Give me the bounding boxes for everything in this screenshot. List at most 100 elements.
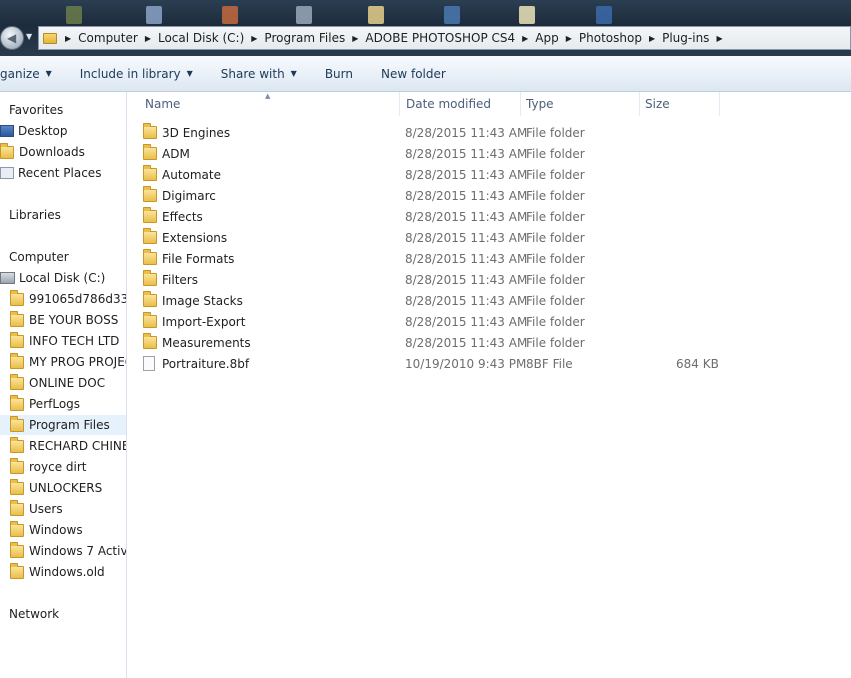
breadcrumb-app[interactable]: App xyxy=(535,31,558,45)
file-row[interactable]: File Formats 8/28/2015 11:43 AM File fol… xyxy=(143,248,743,269)
burn-button[interactable]: Burn xyxy=(325,67,353,81)
recent-pages-dropdown[interactable]: ▼ xyxy=(26,32,32,41)
drive-icon xyxy=(0,272,15,284)
column-header-type[interactable]: Type xyxy=(521,92,640,116)
sidebar-folder-item[interactable]: ONLINE DOC xyxy=(10,373,105,393)
folder-icon xyxy=(10,436,24,453)
file-row[interactable]: ADM 8/28/2015 11:43 AM File folder xyxy=(143,143,743,164)
new-folder-button[interactable]: New folder xyxy=(381,67,446,81)
file-row[interactable]: Import-Export 8/28/2015 11:43 AM File fo… xyxy=(143,311,743,332)
breadcrumb-program-files[interactable]: Program Files xyxy=(264,31,345,45)
title-bar: ◀ ▼ ▶ Computer ▶ Local Disk (C:) ▶ Progr… xyxy=(0,0,851,56)
sidebar-item-label: BE YOUR BOSS xyxy=(29,313,119,327)
share-with-label: Share with xyxy=(220,66,285,81)
file-row[interactable]: Filters 8/28/2015 11:43 AM File folder xyxy=(143,269,743,290)
file-name: Portraiture.8bf xyxy=(162,356,250,371)
file-icon xyxy=(143,356,155,371)
chevron-right-icon[interactable]: ▶ xyxy=(352,34,358,43)
breadcrumb-computer[interactable]: Computer xyxy=(78,31,138,45)
chevron-right-icon[interactable]: ▶ xyxy=(566,34,572,43)
back-button[interactable]: ◀ xyxy=(0,26,24,50)
taskbar-app-icon[interactable] xyxy=(519,6,535,24)
sidebar-item-label: INFO TECH LTD xyxy=(29,334,120,348)
sidebar-folder-item[interactable]: UNLOCKERS xyxy=(10,478,102,498)
file-row[interactable]: Image Stacks 8/28/2015 11:43 AM File fol… xyxy=(143,290,743,311)
sidebar-folder-item[interactable]: RECHARD CHINEDU xyxy=(10,436,126,456)
sidebar-folder-item[interactable]: Windows xyxy=(10,520,83,540)
sidebar-folder-item[interactable]: Users xyxy=(10,499,63,519)
chevron-right-icon[interactable]: ▶ xyxy=(649,34,655,43)
sidebar-item-local-disk[interactable]: Local Disk (C:) xyxy=(0,268,105,288)
share-with-button[interactable]: Share with ▼ xyxy=(221,67,297,81)
chevron-right-icon[interactable]: ▶ xyxy=(522,34,528,43)
breadcrumb-local-disk[interactable]: Local Disk (C:) xyxy=(158,31,244,45)
file-type: File folder xyxy=(526,167,585,182)
folder-icon xyxy=(10,289,24,306)
taskbar-app-icon[interactable] xyxy=(296,6,312,24)
sidebar-item-label: Local Disk (C:) xyxy=(19,271,106,285)
sidebar-item-label: 991065d786d331c5 xyxy=(29,292,126,306)
sidebar-folder-item[interactable]: Windows 7 Activation xyxy=(10,541,127,561)
folder-icon xyxy=(10,394,24,411)
chevron-right-icon[interactable]: ▶ xyxy=(145,34,151,43)
file-name: Filters xyxy=(162,272,198,287)
column-header-date[interactable]: Date modified xyxy=(401,92,521,116)
sidebar-folder-item-selected[interactable]: Program Files xyxy=(0,415,126,435)
sidebar-folder-item[interactable]: INFO TECH LTD xyxy=(10,331,119,351)
sidebar-folder-item[interactable]: royce dirt xyxy=(10,457,87,477)
desktop-icon xyxy=(0,125,14,137)
chevron-right-icon[interactable]: ▶ xyxy=(716,34,722,43)
folder-icon xyxy=(10,352,24,369)
sidebar-item-label: Windows xyxy=(29,523,83,537)
breadcrumb-plug-ins[interactable]: Plug-ins xyxy=(662,31,709,45)
sidebar-item-label: Windows 7 Activation xyxy=(29,544,127,558)
sidebar-folder-item[interactable]: Windows.old xyxy=(10,562,105,582)
folder-icon xyxy=(143,165,157,181)
file-row[interactable]: Digimarc 8/28/2015 11:43 AM File folder xyxy=(143,185,743,206)
chevron-right-icon[interactable]: ▶ xyxy=(65,34,71,43)
column-header-size[interactable]: Size xyxy=(640,92,720,116)
file-row[interactable]: Measurements 8/28/2015 11:43 AM File fol… xyxy=(143,332,743,353)
sidebar-folder-item[interactable]: BE YOUR BOSS xyxy=(10,310,118,330)
sidebar-item-label: Recent Places xyxy=(18,166,102,180)
taskbar-app-icon[interactable] xyxy=(66,6,82,24)
file-type: File folder xyxy=(526,125,585,140)
chevron-down-icon: ▼ xyxy=(186,69,193,78)
file-date: 8/28/2015 11:43 AM xyxy=(405,125,528,140)
taskbar-app-icon[interactable] xyxy=(146,6,162,24)
chevron-down-icon: ▼ xyxy=(45,69,52,78)
breadcrumb-photoshop[interactable]: Photoshop xyxy=(579,31,642,45)
sidebar-folder-item[interactable]: 991065d786d331c5 xyxy=(10,289,126,309)
taskbar-app-icon[interactable] xyxy=(596,6,612,24)
folder-icon xyxy=(143,144,157,160)
file-row[interactable]: Effects 8/28/2015 11:43 AM File folder xyxy=(143,206,743,227)
taskbar-app-icon[interactable] xyxy=(368,6,384,24)
file-size: 684 KB xyxy=(676,356,719,371)
chevron-right-icon[interactable]: ▶ xyxy=(251,34,257,43)
include-in-library-button[interactable]: Include in library ▼ xyxy=(80,67,193,81)
downloads-folder-icon xyxy=(0,142,14,159)
file-row[interactable]: Portraiture.8bf 10/19/2010 9:43 PM 8BF F… xyxy=(143,353,743,374)
file-row[interactable]: Extensions 8/28/2015 11:43 AM File folde… xyxy=(143,227,743,248)
chevron-down-icon: ▼ xyxy=(290,69,297,78)
address-bar[interactable]: ▶ Computer ▶ Local Disk (C:) ▶ Program F… xyxy=(38,26,851,50)
sidebar-item-downloads[interactable]: Downloads xyxy=(0,142,85,162)
organize-button[interactable]: ganize ▼ xyxy=(0,67,52,81)
breadcrumb-adobe-photoshop[interactable]: ADOBE PHOTOSHOP CS4 xyxy=(365,31,515,45)
sidebar-item-computer[interactable]: Computer xyxy=(0,247,69,267)
taskbar-app-icon[interactable] xyxy=(444,6,460,24)
taskbar-app-icon[interactable] xyxy=(222,6,238,24)
file-row[interactable]: 3D Engines 8/28/2015 11:43 AM File folde… xyxy=(143,122,743,143)
sidebar-item-favorites[interactable]: Favorites xyxy=(0,100,63,120)
sidebar-item-libraries[interactable]: Libraries xyxy=(0,205,61,225)
folder-icon xyxy=(10,520,24,537)
sidebar-item-desktop[interactable]: Desktop xyxy=(0,121,68,141)
file-row[interactable]: Automate 8/28/2015 11:43 AM File folder xyxy=(143,164,743,185)
sidebar-item-network[interactable]: Network xyxy=(0,604,59,624)
sidebar-folder-item[interactable]: PerfLogs xyxy=(10,394,80,414)
sidebar-folder-item[interactable]: MY PROG PROJECT xyxy=(10,352,126,372)
sidebar-item-label: Computer xyxy=(9,250,69,264)
new-folder-label: New folder xyxy=(381,66,446,81)
file-list-pane: Name ▲ Date modified Type Size 3D Engine… xyxy=(128,92,851,678)
sidebar-item-recent-places[interactable]: Recent Places xyxy=(0,163,101,183)
